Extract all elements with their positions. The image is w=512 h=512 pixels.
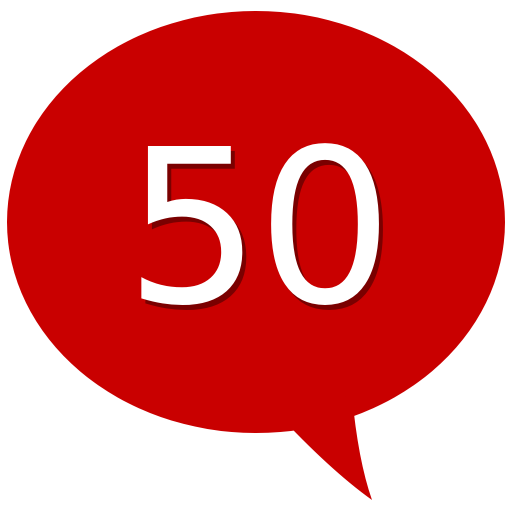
app-icon: 50 50 <box>0 0 512 512</box>
badge-number: 50 <box>125 104 389 353</box>
speech-bubble-icon: 50 50 <box>7 11 505 500</box>
